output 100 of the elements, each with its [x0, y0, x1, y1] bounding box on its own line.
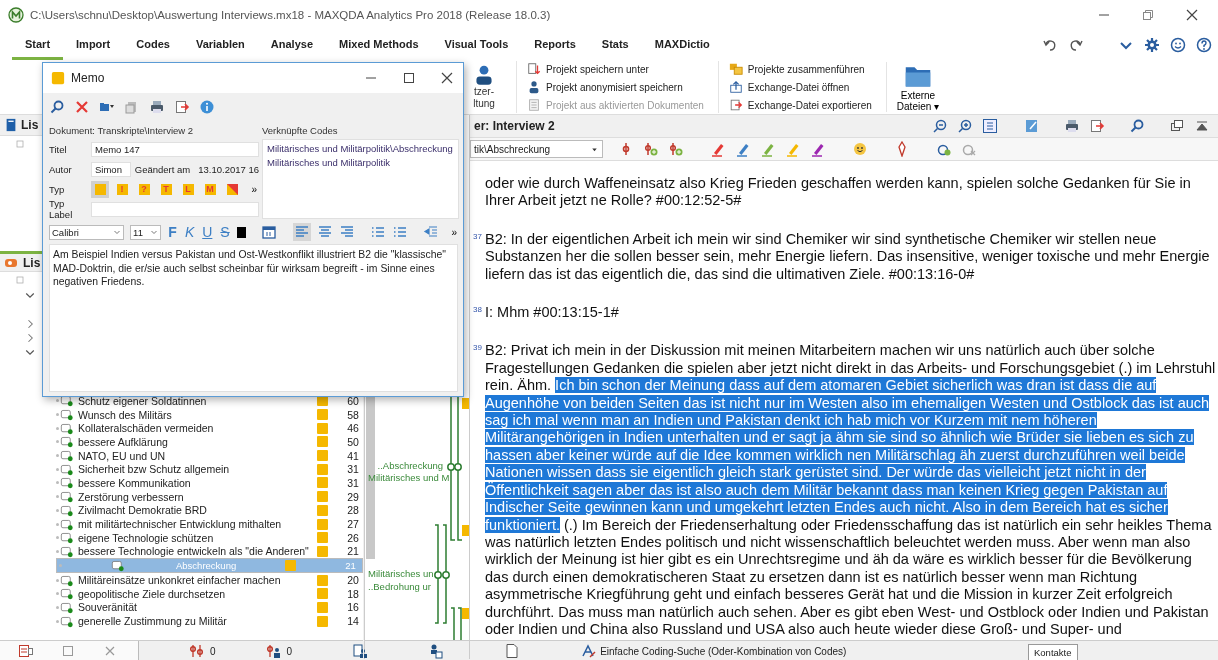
more-button[interactable]: »: [245, 182, 259, 196]
linked-code[interactable]: Militärisches und Militärpolitik: [267, 157, 454, 168]
search-mode-label[interactable]: Einfache Coding-Suche (Oder-Kombination von Codes): [600, 645, 847, 657]
window-icon[interactable]: [1169, 118, 1185, 134]
coding-stripe-label[interactable]: Militärisches un: [368, 568, 434, 579]
code-row[interactable]: mit militärtechnischer Entwicklung mithalten 27: [56, 517, 363, 531]
code-row[interactable]: generelle Zustimmung zu Militär 14: [56, 614, 363, 628]
type-label-field[interactable]: [91, 201, 259, 217]
coding-search-icon[interactable]: [580, 643, 597, 659]
align-right-icon[interactable]: [338, 224, 355, 240]
layout-icon[interactable]: [18, 643, 34, 659]
info-icon[interactable]: [199, 99, 215, 115]
code-add-icon[interactable]: [643, 141, 659, 157]
code-row[interactable]: Zerstörung verbessern 29: [56, 489, 363, 504]
search-icon[interactable]: [1129, 118, 1145, 134]
highlighter-icon[interactable]: [810, 141, 826, 157]
ribbon-item[interactable]: Projekt speichern unter: [527, 61, 704, 77]
restore-icon[interactable]: [1140, 7, 1156, 23]
code-row[interactable]: bessere Kommunikation 31: [56, 476, 363, 490]
code-add-icon[interactable]: [668, 141, 684, 157]
printer-icon[interactable]: [1064, 118, 1080, 134]
code-row[interactable]: Zivilmacht Demokratie BRD 28: [56, 503, 363, 518]
search-icon[interactable]: [49, 99, 65, 115]
printer-icon[interactable]: [149, 99, 165, 115]
document-icon[interactable]: [504, 643, 521, 659]
person-document-icon[interactable]: [428, 643, 445, 659]
code-name: Kollateralschäden vermeiden: [77, 422, 215, 435]
coding-stripe-label[interactable]: ..Abschreckung: [377, 460, 443, 471]
highlighter-icon[interactable]: [710, 141, 726, 157]
emoji-icon[interactable]: [852, 141, 868, 157]
more-button[interactable]: »: [445, 225, 460, 239]
ribbon-tab[interactable]: Stats: [588, 30, 642, 60]
document-icon: [4, 118, 18, 132]
font-size-select[interactable]: 11: [130, 224, 162, 240]
code-row[interactable]: Kollateralschäden vermeiden 46: [56, 421, 363, 436]
undo-icon[interactable]: [1042, 37, 1058, 53]
text-color-button[interactable]: [236, 226, 246, 238]
zoom-in-icon[interactable]: [957, 118, 973, 134]
memo-icon: [317, 545, 329, 557]
smiley-icon[interactable]: [1170, 37, 1186, 53]
ribbon-tab[interactable]: Variablen: [182, 30, 258, 60]
edit-icon[interactable]: [1024, 118, 1040, 134]
code-name: bessere Aufklärung: [77, 435, 169, 448]
format-button[interactable]: U: [201, 224, 214, 240]
code-row[interactable]: Militäreinsätze unkonkret einfacher machen 20: [56, 573, 363, 587]
coding-stripe-label[interactable]: ..Bedrohung ur: [368, 581, 431, 592]
memo-text-area[interactable]: Am Beispiel Indien versus Pakistan und Ost-Westkonflikt illustriert B2 die "klassische" MAD-Doktrin, die er/sie auch selbst scheinbar für wirksam begreift - im Sinne eines negativen Friedens.: [49, 244, 458, 392]
title-field[interactable]: Memo 147: [91, 141, 259, 157]
delete-icon[interactable]: [74, 99, 90, 115]
code-row[interactable]: NATO, EU und UN 41: [56, 448, 363, 463]
linked-code[interactable]: Militärisches und Militärpolitik\Abschreckung: [267, 143, 454, 154]
code-row[interactable]: Wunsch des Militärs 58: [56, 407, 363, 422]
close-icon[interactable]: [1184, 7, 1200, 23]
format-button[interactable]: F: [167, 224, 178, 240]
export-icon[interactable]: [1089, 118, 1105, 134]
code-person-icon[interactable]: [265, 643, 282, 659]
document-path: Dokument: Transkripte\Interview 2: [49, 123, 195, 138]
calendar-icon[interactable]: [261, 224, 278, 240]
code-dropdown[interactable]: tik\Abschreckung: [470, 140, 603, 158]
ribbon-tab[interactable]: Visual Tools: [431, 30, 522, 60]
user-management-button[interactable]: tzer- ltung: [466, 64, 502, 110]
ribbon-item[interactable]: Exchange-Datei exportieren: [728, 97, 872, 113]
grid-icon[interactable]: [982, 118, 998, 134]
indent-icon[interactable]: [423, 224, 440, 240]
redo-icon[interactable]: [1068, 37, 1084, 53]
external-files-button[interactable]: Externe Dateien ▾: [885, 62, 950, 112]
code-row[interactable]: eigene Technologie schützen 26: [56, 530, 363, 545]
ribbon-tab[interactable]: Mixed Methods: [326, 30, 432, 60]
export-icon[interactable]: [174, 99, 190, 115]
ribbon-item[interactable]: Exchange-Datei öffnen: [728, 79, 872, 95]
settings-icon[interactable]: [1144, 37, 1160, 53]
code-row[interactable]: Souveränität 16: [56, 600, 363, 615]
bullet-list-icon[interactable]: [370, 224, 387, 240]
code-row[interactable]: bessere Technologie entwickeln als "die Anderen" 21: [56, 544, 363, 559]
codes-icon[interactable]: [189, 643, 205, 659]
maximize-icon[interactable]: [401, 70, 417, 86]
ribbon-tab[interactable]: MAXDictio: [641, 30, 723, 60]
format-button[interactable]: S: [219, 224, 231, 240]
code-row[interactable]: bessere Aufklärung 50: [56, 435, 363, 449]
zoom-out-icon[interactable]: [932, 118, 948, 134]
code-row[interactable]: geopolitische Ziele durchsetzen 18: [56, 586, 363, 601]
help-icon[interactable]: [1196, 37, 1212, 53]
font-select[interactable]: Calibri: [49, 224, 125, 240]
ribbon-item[interactable]: Projekt anonymisiert speichern: [527, 79, 704, 95]
square-icon[interactable]: [60, 643, 76, 659]
collapse-icon[interactable]: [1194, 118, 1210, 134]
code-row[interactable]: Sicherheit bzw Schutz allgemein 31: [56, 462, 363, 477]
close-icon[interactable]: [439, 70, 455, 86]
ribbon-tab[interactable]: Reports: [521, 30, 589, 60]
highlighter-icon[interactable]: [735, 141, 751, 157]
align-center-icon[interactable]: [316, 224, 333, 240]
format-button[interactable]: K: [183, 224, 196, 240]
author-field[interactable]: Simon: [91, 161, 131, 177]
ribbon-tab[interactable]: Import: [63, 30, 124, 60]
coding-stripe-label[interactable]: Militärisches und M: [368, 472, 450, 483]
document-person-icon[interactable]: [352, 643, 369, 659]
ribbon-tab[interactable]: Codes: [123, 30, 183, 60]
numbered-list-icon[interactable]: [392, 224, 409, 240]
ribbon-item[interactable]: Projekte zusammenführen: [728, 61, 872, 77]
ribbon-tab[interactable]: Analyse: [257, 30, 327, 60]
